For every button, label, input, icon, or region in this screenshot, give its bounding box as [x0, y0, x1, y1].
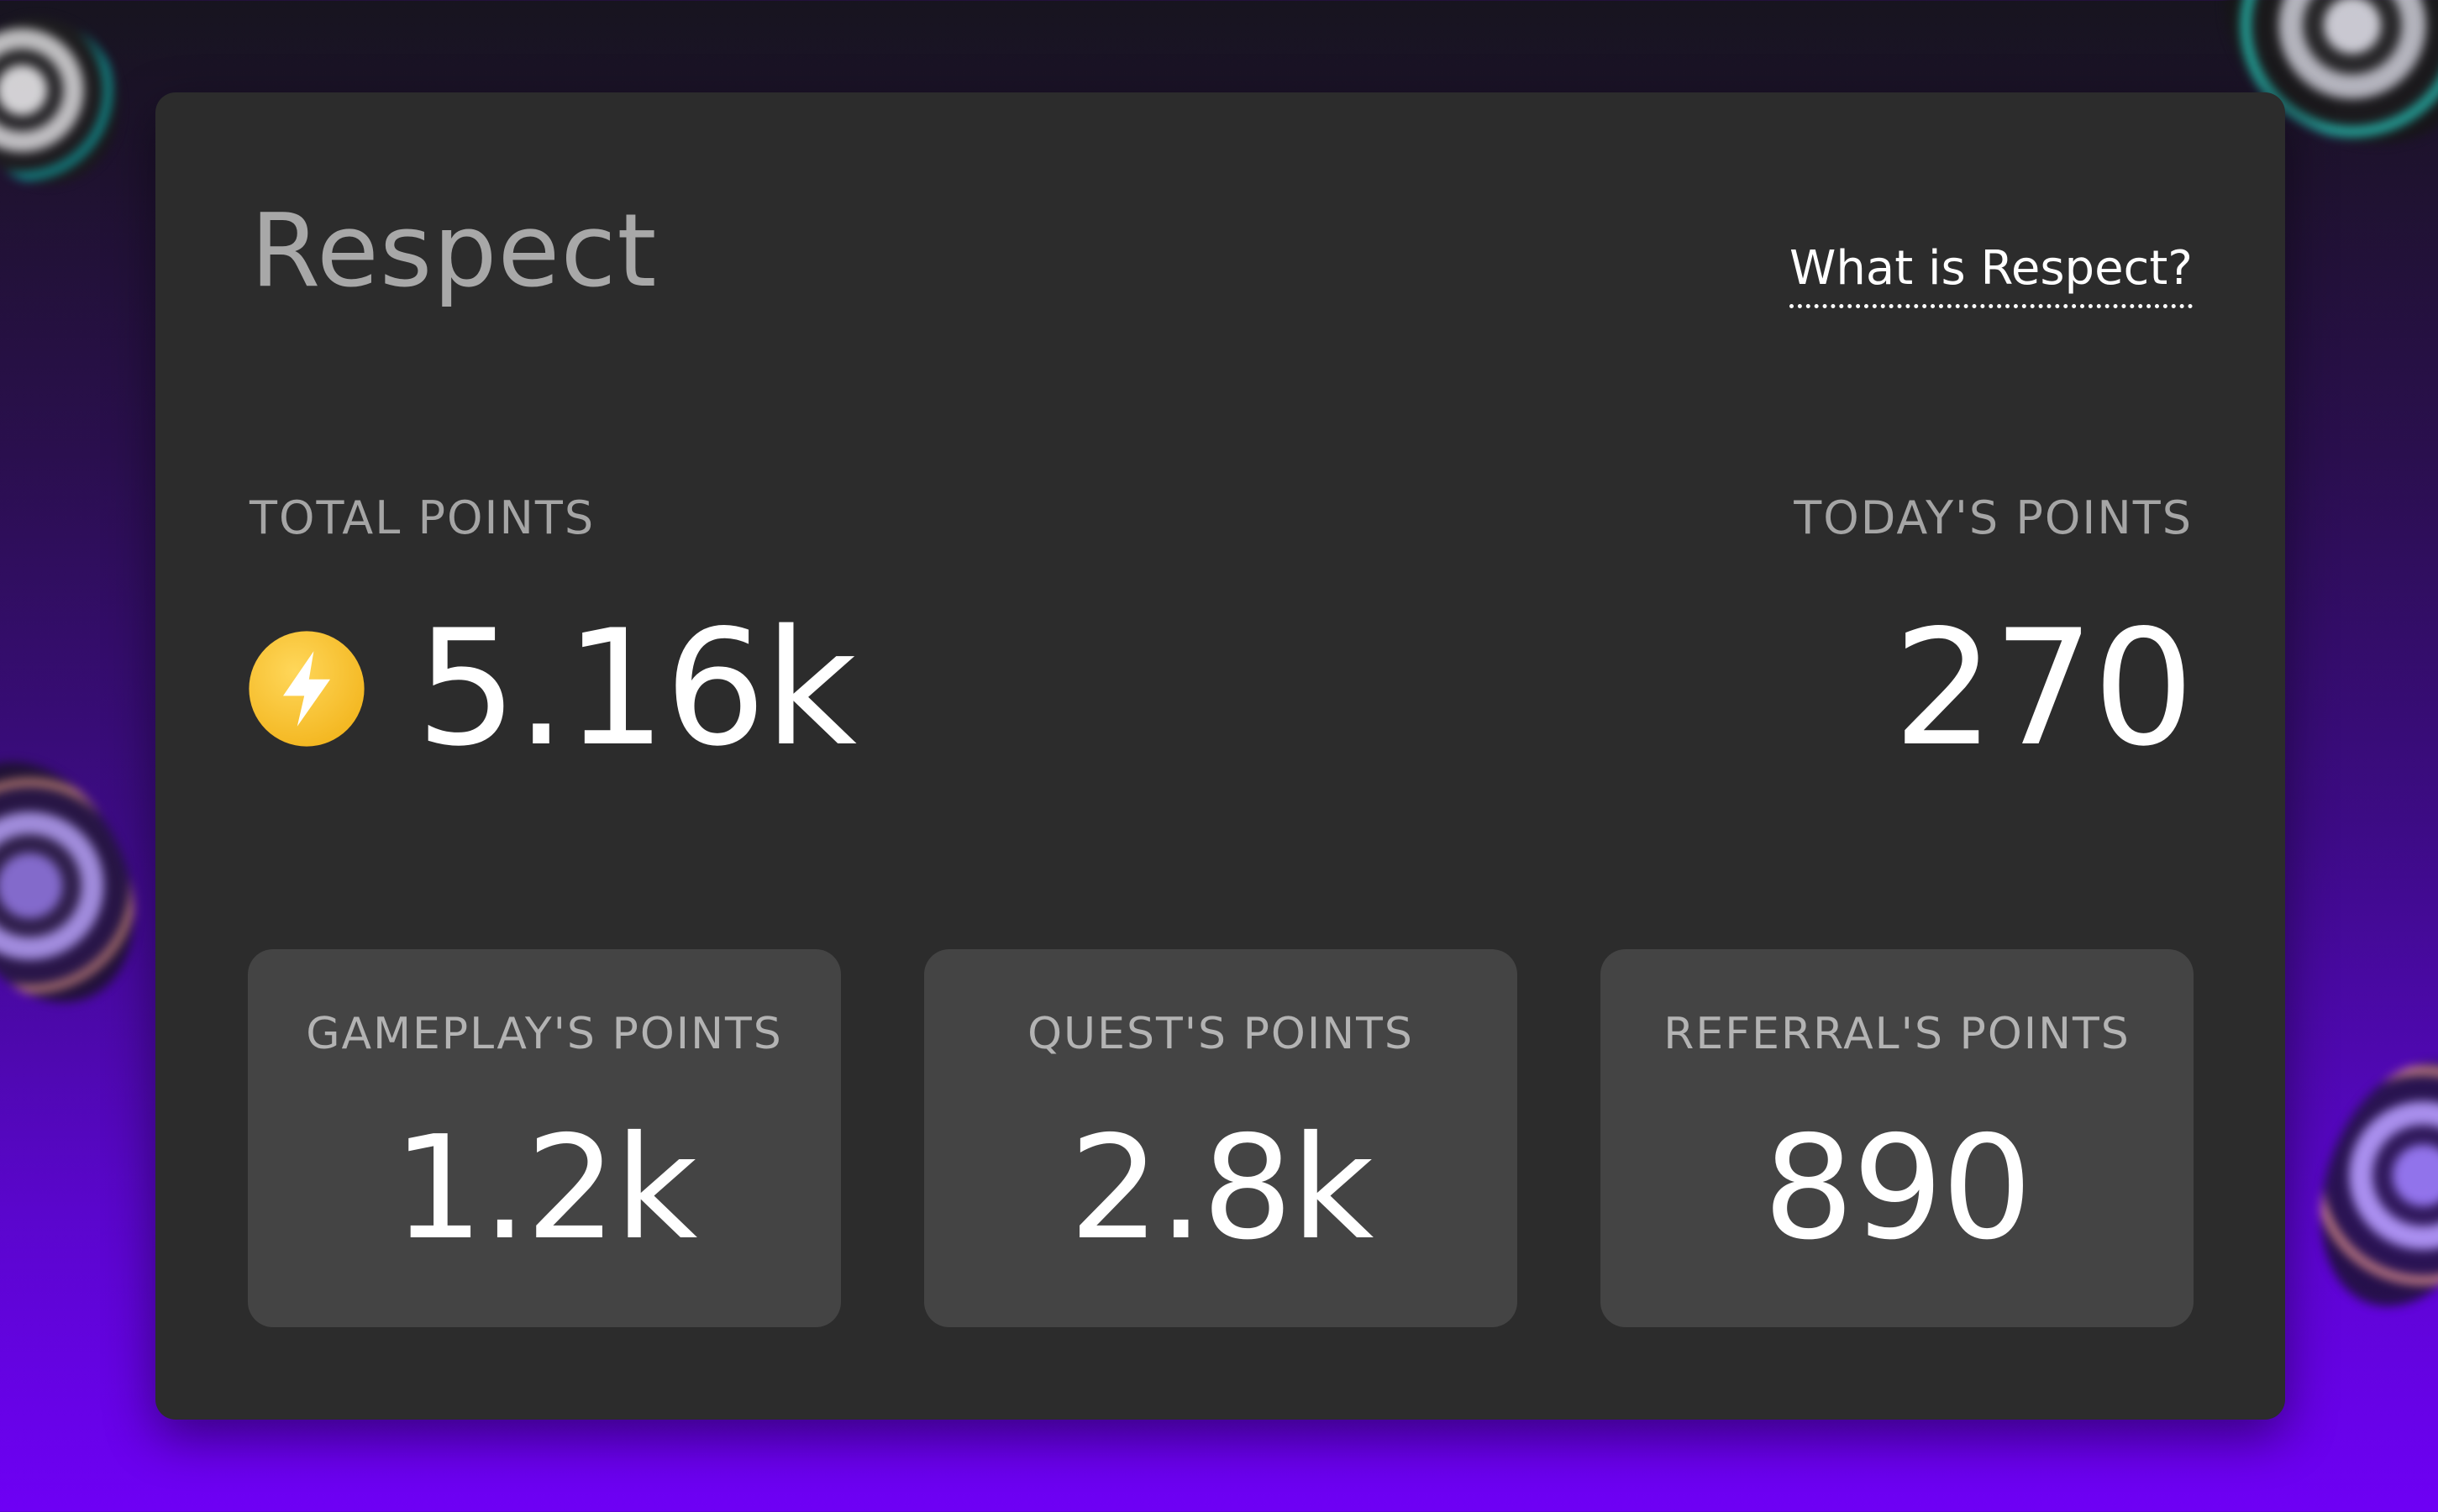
quest-points-tile: QUEST'S POINTS 2.8k — [924, 949, 1517, 1327]
lightning-bolt-coin-icon — [249, 631, 365, 747]
points-breakdown: GAMEPLAY'S POINTS 1.2k QUEST'S POINTS 2.… — [248, 949, 2194, 1327]
poker-chip-decoration — [0, 0, 142, 206]
poker-chip-decoration — [0, 730, 171, 1034]
tile-value: 1.2k — [392, 1105, 698, 1272]
tile-label: QUEST'S POINTS — [1027, 1009, 1414, 1059]
total-points-row: 5.16k — [248, 596, 857, 781]
total-points-value: 5.16k — [416, 596, 857, 781]
tile-label: REFERRAL'S POINTS — [1663, 1009, 2131, 1059]
respect-card: Respect What is Respect? TOTAL POINTS TO… — [155, 92, 2285, 1420]
poker-chip-decoration — [2288, 1037, 2438, 1332]
gameplay-points-tile: GAMEPLAY'S POINTS 1.2k — [248, 949, 841, 1327]
what-is-respect-link[interactable]: What is Respect? — [1789, 245, 2193, 308]
tile-value: 890 — [1763, 1105, 2032, 1272]
total-points-label: TOTAL POINTS — [250, 491, 596, 544]
referral-points-tile: REFERRAL'S POINTS 890 — [1600, 949, 2194, 1327]
tile-label: GAMEPLAY'S POINTS — [306, 1009, 783, 1059]
todays-points-value: 270 — [1893, 596, 2194, 781]
tile-value: 2.8k — [1069, 1105, 1374, 1272]
todays-points-label: TODAY'S POINTS — [1794, 491, 2193, 544]
card-title: Respect — [250, 193, 658, 310]
